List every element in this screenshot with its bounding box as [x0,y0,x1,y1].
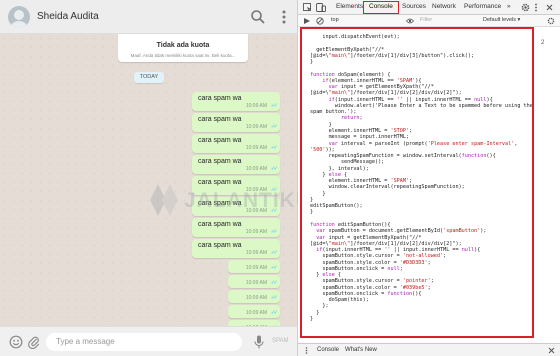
eye-icon[interactable] [406,17,414,25]
chat-header: Sheida Audita [0,0,297,34]
message-text: cara spam wa [198,158,242,165]
tab-performance[interactable]: Performance [464,3,501,10]
contact-name[interactable]: Sheida Audita [37,11,99,22]
context-selector[interactable]: top [331,17,339,23]
read-receipt-icon: ✓✓ [270,229,278,235]
log-levels-dropdown[interactable]: Default levels ▾ [483,17,520,23]
devtools-panel: Elements Console Sources Network Perform… [298,0,560,356]
message-input[interactable]: Type a message [46,333,242,351]
drawer-menu-icon[interactable] [304,347,309,354]
microphone-icon[interactable] [254,335,264,349]
clear-console-icon[interactable] [316,17,324,25]
inspect-element-icon[interactable] [303,3,312,12]
filter-input[interactable]: Filter [420,17,432,23]
message-bubble[interactable]: cara spam wa 10:09 AM ✓✓ [192,239,280,258]
tab-sources[interactable]: Sources [402,3,426,10]
message-bubble[interactable]: 10:09 AM✓✓ [228,290,280,303]
read-receipt-icon: ✓✓ [270,103,278,109]
console-line-number: 2 [541,40,545,46]
console-settings-icon[interactable] [547,17,555,25]
console-code-input[interactable]: input.dispatchEvent(evt); getElementByXp… [300,27,534,338]
message-time: 10:09 AM [245,229,267,235]
close-icon[interactable] [546,4,553,11]
read-receipt-icon: ✓✓ [270,145,278,151]
whatsapp-panel: Sheida Audita Tidak ada kuota Maaf, Anda… [0,0,298,356]
message-bubble[interactable]: cara spam wa 10:09 AM ✓✓ [192,155,280,174]
screen: Sheida Audita Tidak ada kuota Maaf, Anda… [0,0,560,356]
message-text: cara spam wa [198,179,242,186]
code-line: var interval = parseInt (prompt('Please … [328,140,518,147]
contact-avatar[interactable] [8,6,30,28]
quota-subtitle: Maaf, Anda tidak memiliki kuota saat ini… [130,53,236,58]
devtools-tabbar: Elements Console Sources Network Perform… [298,0,560,15]
message-bubble[interactable]: cara spam wa 10:09 AM ✓✓ [192,92,280,111]
quota-notice-card: Tidak ada kuota Maaf, Anda tidak memilik… [118,34,248,62]
read-receipt-icon: ✓✓ [270,295,278,301]
message-time: 10:09 AM [245,124,267,130]
message-time: 10:09 AM [245,187,267,193]
console-drawer: Console What's New [298,343,560,356]
attach-icon[interactable] [27,335,41,349]
message-time: 10:09 AM [245,310,267,316]
read-receipt-icon: ✓✓ [270,166,278,172]
search-icon[interactable] [250,9,266,25]
console-tab-highlight [363,1,399,14]
read-receipt-icon: ✓✓ [270,310,278,316]
toggle-drawer-icon[interactable] [303,17,311,25]
read-receipt-icon: ✓✓ [270,265,278,271]
read-receipt-icon: ✓✓ [270,280,278,286]
spam-button[interactable]: SPAM [272,338,289,344]
message-bubble[interactable]: cara spam wa 10:09 AM ✓✓ [192,176,280,195]
message-text: cara spam wa [198,200,242,207]
more-tabs-button[interactable]: » [507,3,511,10]
read-receipt-icon: ✓✓ [270,208,278,214]
devtools-menu-icon[interactable] [534,3,538,12]
message-text: cara spam wa [198,116,242,123]
message-time: 10:09 AM [245,166,267,172]
date-divider: TODAY [134,72,164,83]
drawer-close-icon[interactable] [548,347,555,354]
chat-footer: Type a message SPAM [0,326,297,356]
drawer-tab-console[interactable]: Console [317,347,339,353]
message-time: 10:09 AM [245,265,267,271]
tab-elements[interactable]: Elements [336,3,363,10]
message-time: 10:09 AM [245,280,267,286]
console-toolbar: top Filter Default levels ▾ [298,15,560,27]
device-toolbar-icon[interactable] [316,3,326,12]
message-text: cara spam wa [198,221,242,228]
read-receipt-icon: ✓✓ [270,187,278,193]
message-time: 10:09 AM [245,208,267,214]
message-time: 10:09 AM [245,145,267,151]
message-text: cara spam wa [198,137,242,144]
menu-icon[interactable] [276,9,292,25]
message-bubble[interactable]: cara spam wa 10:09 AM ✓✓ [192,113,280,132]
code-listing: input.dispatchEvent(evt); getElementByXp… [310,34,532,322]
message-bubble[interactable]: cara spam wa 10:09 AM ✓✓ [192,197,280,216]
message-bubble[interactable]: cara spam wa 10:09 AM ✓✓ [192,134,280,153]
message-bubble[interactable]: 10:09 AM✓✓ [228,305,280,318]
drawer-tab-whats-new[interactable]: What's New [345,347,377,353]
message-bubble[interactable]: cara spam wa 10:09 AM ✓✓ [192,218,280,237]
message-time: 10:09 AM [245,103,267,109]
message-text: cara spam wa [198,242,242,249]
code-line: } [310,315,314,322]
message-time: 10:09 AM [245,295,267,301]
tab-network[interactable]: Network [432,3,456,10]
message-text: cara spam wa [198,95,242,102]
read-receipt-icon: ✓✓ [270,250,278,256]
message-time: 10:09 AM [245,250,267,256]
message-bubble[interactable]: 10:09 AM✓✓ [228,260,280,273]
chat-messages-area: Tidak ada kuota Maaf, Anda tidak memilik… [0,34,297,356]
settings-icon[interactable] [521,3,530,12]
emoji-icon[interactable] [9,335,23,349]
quota-title: Tidak ada kuota [156,42,210,49]
read-receipt-icon: ✓✓ [270,124,278,130]
message-bubble[interactable]: 10:09 AM✓✓ [228,275,280,288]
